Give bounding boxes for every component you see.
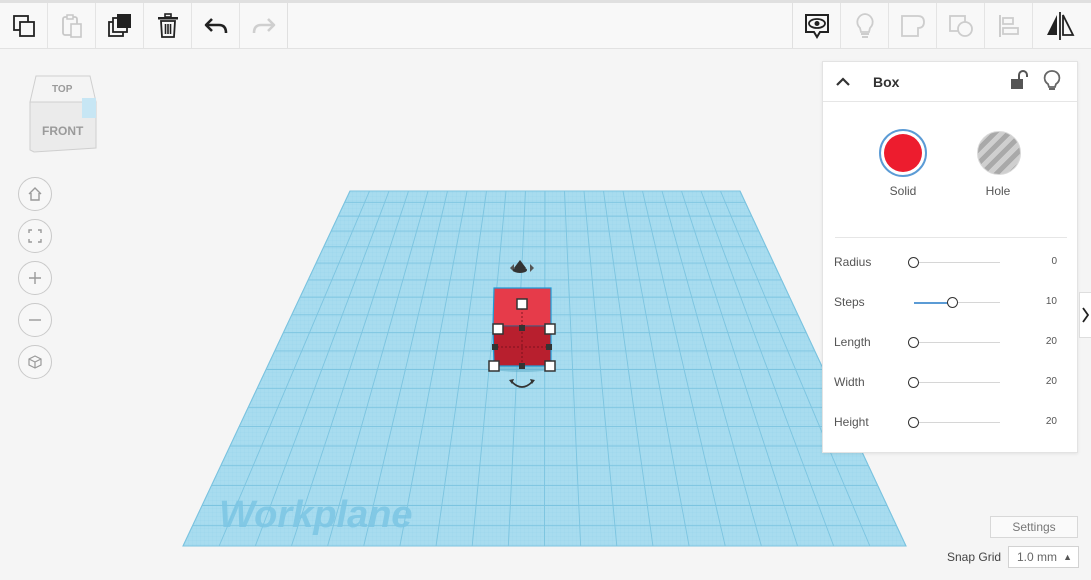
show-all-icon — [804, 13, 829, 39]
property-value[interactable]: 10 — [1027, 296, 1057, 307]
edge-handle[interactable] — [519, 363, 525, 369]
solid-label: Solid — [889, 184, 917, 198]
property-row: Height 20 — [823, 411, 1079, 435]
property-row: Radius 0 — [823, 251, 1079, 275]
property-label: Width — [834, 375, 865, 389]
hide-button[interactable] — [841, 3, 889, 48]
height-handle[interactable] — [516, 298, 528, 310]
property-value[interactable]: 20 — [1027, 416, 1057, 427]
chevron-right-icon — [1081, 307, 1089, 323]
align-button[interactable] — [985, 3, 1033, 48]
redo-icon — [252, 17, 275, 33]
unlock-icon — [1011, 70, 1028, 89]
lock-button[interactable] — [1009, 70, 1029, 92]
show-all-button[interactable] — [793, 3, 841, 48]
snap-grid-label: Snap Grid — [947, 550, 1002, 564]
mirror-icon — [1047, 11, 1075, 40]
view-cube-top-label: TOP — [52, 84, 73, 95]
zoom-in-button[interactable] — [18, 261, 52, 295]
chevron-up-icon — [836, 77, 850, 86]
resize-handle[interactable] — [544, 323, 556, 335]
delete-button[interactable] — [144, 3, 192, 48]
edge-handle[interactable] — [546, 344, 552, 350]
undo-button[interactable] — [192, 3, 240, 48]
visibility-button[interactable] — [1042, 69, 1062, 93]
hole-label: Hole — [985, 184, 1011, 198]
duplicate-button[interactable] — [96, 3, 144, 48]
ungroup-button[interactable] — [937, 3, 985, 48]
lightbulb-icon — [1043, 70, 1061, 90]
property-slider-track[interactable] — [914, 262, 1000, 263]
paste-icon — [61, 13, 82, 38]
snap-grid-select[interactable]: 1.0 mm ▲ — [1008, 546, 1079, 568]
perspective-icon — [28, 355, 42, 369]
hide-icon — [855, 12, 874, 38]
solid-swatch[interactable] — [879, 129, 927, 177]
snap-grid-value: 1.0 mm — [1017, 550, 1058, 564]
home-view-button[interactable] — [18, 177, 52, 211]
inspector-header: Box — [823, 62, 1077, 102]
property-value[interactable]: 20 — [1027, 376, 1057, 387]
resize-handle[interactable] — [544, 360, 556, 372]
property-row: Length 20 — [823, 331, 1079, 355]
perspective-button[interactable] — [18, 345, 52, 379]
group-icon — [900, 14, 925, 37]
property-label: Height — [834, 415, 869, 429]
property-label: Radius — [834, 255, 872, 269]
view-cube-front-label: FRONT — [42, 124, 84, 138]
shape-inspector: Box Solid Hole Radius 0 Steps 10 Length 20 Wid… — [822, 61, 1078, 453]
property-label: Steps — [834, 295, 865, 309]
property-row: Steps 10 — [823, 291, 1079, 315]
copy-icon — [12, 14, 35, 37]
solid-color-fill — [884, 134, 922, 172]
edge-handle[interactable] — [492, 344, 498, 350]
paste-button[interactable] — [48, 3, 96, 48]
resize-handle[interactable] — [492, 323, 504, 335]
zoom-out-button[interactable] — [18, 303, 52, 337]
settings-button[interactable]: Settings — [990, 516, 1078, 538]
property-slider-thumb[interactable] — [908, 337, 919, 348]
property-row: Width 20 — [823, 371, 1079, 395]
ungroup-icon — [948, 14, 973, 37]
undo-icon — [204, 17, 227, 33]
align-icon — [998, 14, 1019, 37]
property-label: Length — [834, 335, 871, 349]
property-value[interactable]: 20 — [1027, 336, 1057, 347]
caret-up-icon: ▲ — [1063, 552, 1072, 562]
redo-button[interactable] — [240, 3, 288, 48]
collapse-button[interactable] — [833, 72, 853, 92]
copy-button[interactable] — [0, 3, 48, 48]
resize-handle[interactable] — [488, 360, 500, 372]
workplane-label: Workplane — [219, 494, 413, 536]
hole-swatch[interactable] — [977, 131, 1021, 175]
zoom-in-icon — [29, 272, 41, 284]
zoom-out-icon — [29, 319, 41, 321]
mirror-button[interactable] — [1033, 3, 1087, 48]
inspector-divider — [835, 237, 1067, 238]
property-slider-track[interactable] — [914, 422, 1000, 423]
property-slider-thumb[interactable] — [908, 257, 919, 268]
inspector-title: Box — [873, 74, 900, 90]
toolbar — [0, 0, 1091, 49]
property-slider-thumb[interactable] — [946, 297, 958, 308]
property-value[interactable]: 0 — [1027, 256, 1057, 267]
delete-icon — [157, 12, 178, 38]
group-button[interactable] — [889, 3, 937, 48]
duplicate-icon — [107, 13, 131, 37]
fit-view-button[interactable] — [18, 219, 52, 253]
fit-view-icon — [28, 229, 42, 243]
edge-handle[interactable] — [519, 325, 525, 331]
property-slider-thumb[interactable] — [908, 417, 919, 428]
property-slider-track[interactable] — [914, 382, 1000, 383]
panel-toggle-tab[interactable] — [1079, 292, 1091, 338]
home-view-icon — [28, 187, 42, 201]
view-cube[interactable]: TOP FRONT — [26, 72, 102, 156]
property-slider-track[interactable] — [914, 342, 1000, 343]
property-slider-thumb[interactable] — [908, 377, 919, 388]
